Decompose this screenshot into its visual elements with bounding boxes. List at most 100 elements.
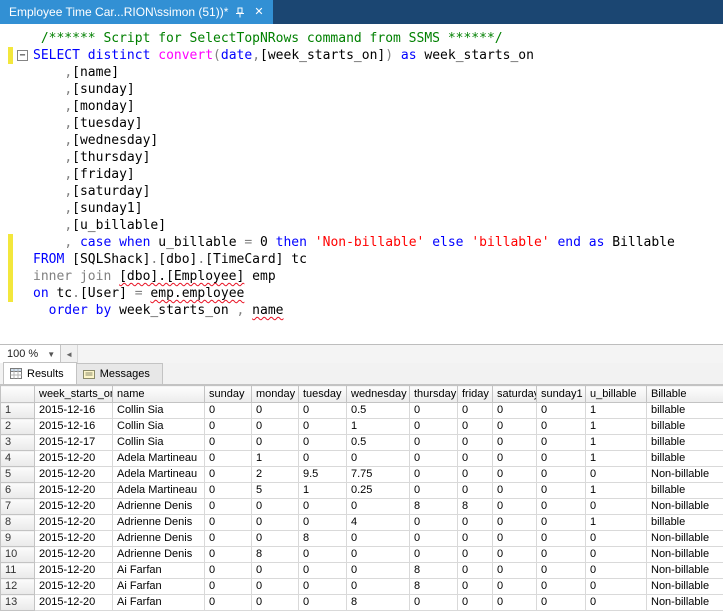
grid-cell[interactable]: 8 [347, 595, 410, 611]
code-line[interactable]: ,[monday] [0, 98, 723, 115]
grid-cell[interactable]: 2015-12-16 [35, 419, 113, 435]
tab-results[interactable]: Results [3, 362, 77, 384]
grid-cell[interactable]: 0 [299, 419, 347, 435]
column-header[interactable]: thursday [410, 386, 458, 403]
grid-cell[interactable]: Collin Sia [113, 419, 205, 435]
code-line[interactable]: ,[name] [0, 64, 723, 81]
grid-cell[interactable]: 0 [586, 579, 647, 595]
grid-cell[interactable]: Adela Martineau [113, 483, 205, 499]
grid-cell[interactable]: 0 [586, 531, 647, 547]
grid-cell[interactable]: 0 [252, 515, 299, 531]
grid-cell[interactable]: 0 [205, 451, 252, 467]
grid-cell[interactable]: billable [647, 483, 723, 499]
grid-cell[interactable]: 0 [252, 531, 299, 547]
row-number[interactable]: 5 [1, 467, 35, 483]
grid-cell[interactable]: 0 [410, 403, 458, 419]
grid-cell[interactable]: 8 [299, 531, 347, 547]
grid-cell[interactable]: 0 [410, 435, 458, 451]
grid-cell[interactable]: 0 [537, 403, 586, 419]
column-header[interactable]: tuesday [299, 386, 347, 403]
row-number[interactable]: 8 [1, 515, 35, 531]
grid-cell[interactable]: 0 [537, 419, 586, 435]
grid-cell[interactable]: 0 [410, 467, 458, 483]
grid-cell[interactable]: 0 [586, 563, 647, 579]
document-tab[interactable]: Employee Time Car...RION\ssimon (51))* ✕ [0, 0, 273, 24]
column-header[interactable]: wednesday [347, 386, 410, 403]
grid-cell[interactable]: Adela Martineau [113, 467, 205, 483]
grid-cell[interactable]: 0 [586, 499, 647, 515]
grid-cell[interactable]: 0 [537, 451, 586, 467]
code-line[interactable]: ,[saturday] [0, 183, 723, 200]
grid-cell[interactable]: 0 [493, 547, 537, 563]
row-number[interactable]: 9 [1, 531, 35, 547]
code-line[interactable]: ,[friday] [0, 166, 723, 183]
grid-cell[interactable]: 1 [586, 483, 647, 499]
grid-cell[interactable]: 0 [493, 515, 537, 531]
grid-cell[interactable]: 0 [347, 579, 410, 595]
grid-cell[interactable]: 0 [458, 531, 493, 547]
grid-cell[interactable]: 0 [205, 499, 252, 515]
scroll-left-button[interactable]: ◄ [61, 345, 78, 363]
grid-cell[interactable]: 0 [537, 435, 586, 451]
grid-cell[interactable]: 0 [537, 531, 586, 547]
code-line[interactable]: , case when u_billable = 0 then 'Non-bil… [0, 234, 723, 251]
grid-cell[interactable]: 0 [537, 579, 586, 595]
grid-cell[interactable]: 2015-12-20 [35, 483, 113, 499]
grid-cell[interactable]: 0 [410, 595, 458, 611]
code-line[interactable]: ,[wednesday] [0, 132, 723, 149]
grid-cell[interactable]: 0 [252, 499, 299, 515]
grid-cell[interactable]: 0 [347, 451, 410, 467]
grid-cell[interactable]: 2015-12-16 [35, 403, 113, 419]
grid-cell[interactable]: 0 [458, 547, 493, 563]
grid-cell[interactable]: 0 [299, 451, 347, 467]
grid-cell[interactable]: 8 [410, 579, 458, 595]
grid-cell[interactable]: 2015-12-20 [35, 467, 113, 483]
grid-cell[interactable]: 0 [586, 467, 647, 483]
grid-cell[interactable]: 0 [299, 435, 347, 451]
grid-cell[interactable]: 0 [347, 563, 410, 579]
row-number[interactable]: 12 [1, 579, 35, 595]
grid-cell[interactable]: 0 [410, 419, 458, 435]
grid-cell[interactable]: 8 [410, 499, 458, 515]
grid-cell[interactable]: Adrienne Denis [113, 547, 205, 563]
column-header[interactable]: sunday1 [537, 386, 586, 403]
grid-cell[interactable]: 0 [537, 595, 586, 611]
grid-cell[interactable]: 0 [205, 403, 252, 419]
grid-cell[interactable]: 0 [299, 403, 347, 419]
grid-cell[interactable]: 0 [493, 451, 537, 467]
grid-cell[interactable]: 0 [458, 403, 493, 419]
column-header[interactable]: u_billable [586, 386, 647, 403]
grid-cell[interactable]: 0 [252, 579, 299, 595]
grid-cell[interactable]: 0 [299, 515, 347, 531]
code-line[interactable]: ,[thursday] [0, 149, 723, 166]
grid-cell[interactable]: 0 [299, 595, 347, 611]
grid-cell[interactable]: 2015-12-20 [35, 531, 113, 547]
grid-cell[interactable]: 8 [252, 547, 299, 563]
grid-cell[interactable]: 0 [493, 563, 537, 579]
grid-cell[interactable]: 0 [458, 451, 493, 467]
grid-cell[interactable]: 0 [299, 563, 347, 579]
grid-cell[interactable]: Collin Sia [113, 403, 205, 419]
grid-cell[interactable]: 0 [205, 483, 252, 499]
grid-cell[interactable]: billable [647, 419, 723, 435]
code-line[interactable]: ,[sunday] [0, 81, 723, 98]
column-header[interactable]: week_starts_on [35, 386, 113, 403]
row-number[interactable]: 13 [1, 595, 35, 611]
grid-cell[interactable]: 1 [586, 515, 647, 531]
grid-cell[interactable]: 2015-12-20 [35, 547, 113, 563]
grid-cell[interactable]: 0 [493, 467, 537, 483]
grid-cell[interactable]: 0 [347, 531, 410, 547]
grid-cell[interactable]: Ai Farfan [113, 579, 205, 595]
grid-cell[interactable]: 0 [537, 483, 586, 499]
grid-cell[interactable]: 0 [205, 467, 252, 483]
code-line[interactable]: inner join [dbo].[Employee] emp [0, 268, 723, 285]
grid-cell[interactable]: 1 [586, 435, 647, 451]
grid-cell[interactable]: 0 [537, 563, 586, 579]
grid-cell[interactable]: 2015-12-20 [35, 595, 113, 611]
grid-cell[interactable]: 1 [586, 403, 647, 419]
grid-cell[interactable]: 1 [347, 419, 410, 435]
code-line[interactable]: ,[sunday1] [0, 200, 723, 217]
row-number[interactable]: 4 [1, 451, 35, 467]
grid-cell[interactable]: 0 [458, 435, 493, 451]
grid-cell[interactable]: 2015-12-20 [35, 499, 113, 515]
